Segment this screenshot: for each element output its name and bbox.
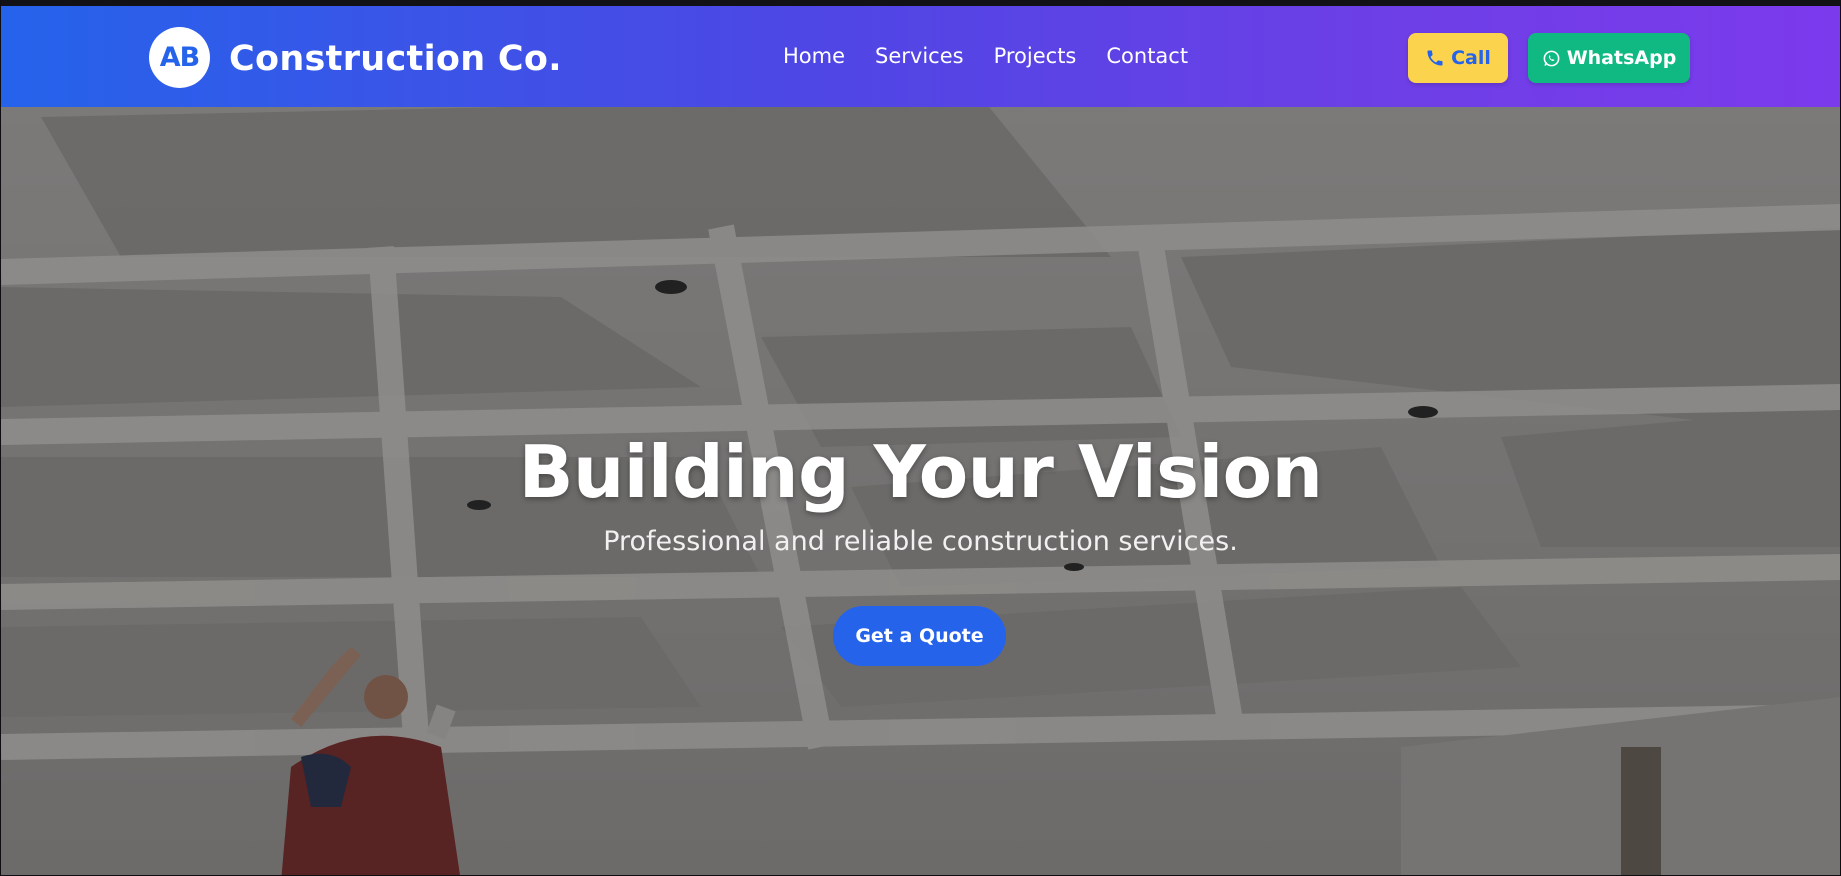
get-quote-button[interactable]: Get a Quote bbox=[833, 606, 1006, 666]
whatsapp-button[interactable]: WhatsApp bbox=[1528, 33, 1690, 83]
browser-window: AB Construction Co. Home Services Projec… bbox=[0, 0, 1841, 876]
nav-services[interactable]: Services bbox=[875, 44, 964, 68]
call-button[interactable]: Call bbox=[1408, 33, 1508, 83]
nav-projects[interactable]: Projects bbox=[994, 44, 1077, 68]
hero-section: Building Your Vision Professional and re… bbox=[1, 107, 1840, 875]
nav-home[interactable]: Home bbox=[783, 44, 845, 68]
hero-subtitle: Professional and reliable construction s… bbox=[603, 526, 1238, 557]
whatsapp-label: WhatsApp bbox=[1566, 47, 1677, 69]
phone-icon bbox=[1427, 50, 1443, 66]
main-nav: Home Services Projects Contact bbox=[783, 44, 1218, 68]
site-header: AB Construction Co. Home Services Projec… bbox=[1, 6, 1840, 107]
brand-name[interactable]: Construction Co. bbox=[229, 39, 562, 79]
logo-initials: AB bbox=[159, 42, 200, 73]
call-label: Call bbox=[1451, 47, 1491, 69]
logo[interactable]: AB bbox=[149, 27, 210, 88]
nav-contact[interactable]: Contact bbox=[1106, 44, 1188, 68]
hero-content: Building Your Vision Professional and re… bbox=[1, 430, 1840, 557]
whatsapp-icon bbox=[1543, 50, 1560, 66]
hero-title: Building Your Vision bbox=[518, 430, 1323, 514]
